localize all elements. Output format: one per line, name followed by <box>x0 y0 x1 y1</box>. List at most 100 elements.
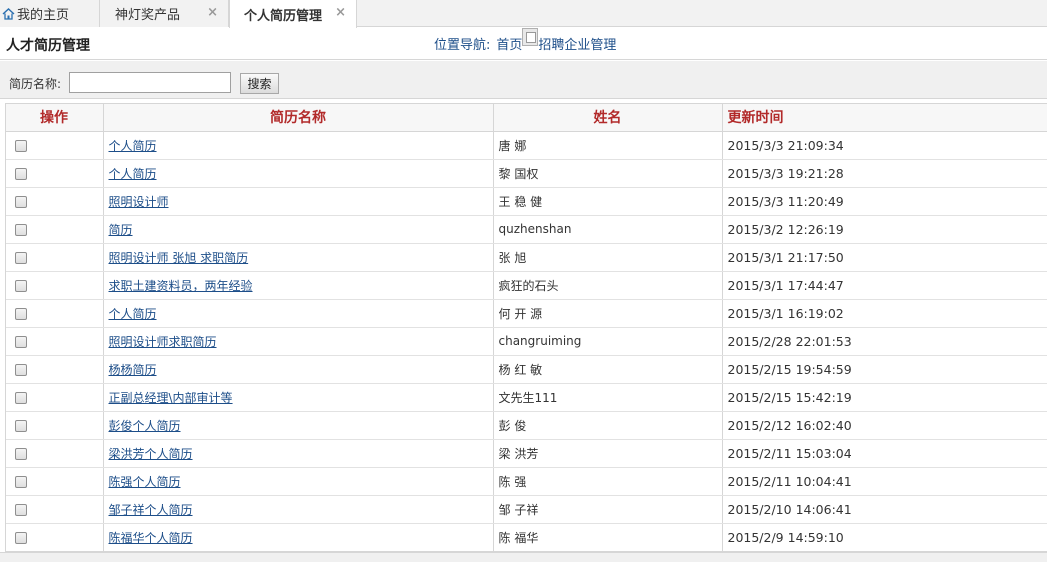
resume-link[interactable]: 个人简历 <box>109 139 157 153</box>
tab-label: 我的主页 <box>17 8 70 23</box>
breadcrumb-current[interactable]: 招聘企业管理 <box>538 34 616 53</box>
row-checkbox[interactable] <box>15 279 27 292</box>
row-checkbox[interactable] <box>15 335 27 348</box>
table-header-row: 操作 简历名称 姓名 更新时间 <box>6 104 1047 132</box>
row-action-cell <box>6 299 104 328</box>
person-name-cell: 张 旭 <box>493 243 723 272</box>
row-action-cell <box>6 383 104 412</box>
column-header-resume-name: 简历名称 <box>103 104 494 132</box>
update-time-cell: 2015/2/28 22:01:53 <box>722 327 1047 356</box>
breadcrumb-home[interactable]: 首页 <box>496 34 522 53</box>
resume-name-cell: 照明设计师 张旭 求职简历 <box>103 243 494 272</box>
resume-name-cell: 个人简历 <box>103 159 494 188</box>
row-checkbox[interactable] <box>15 447 27 460</box>
row-checkbox[interactable] <box>15 391 27 404</box>
resume-link[interactable]: 照明设计师 <box>109 195 169 209</box>
table-row: 求职土建资料员，两年经验 疯狂的石头 2015/3/1 17:44:47 <box>6 271 1047 300</box>
row-action-cell <box>6 159 104 188</box>
update-time-cell: 2015/2/12 16:02:40 <box>722 411 1047 440</box>
search-bar: 简历名称: 搜索 <box>0 61 1047 99</box>
row-action-cell <box>6 355 104 384</box>
resume-link[interactable]: 简历 <box>109 223 133 237</box>
person-name-cell: 陈 强 <box>493 467 723 496</box>
tab-strip: 我的主页 神灯奖产品 × 个人简历管理 × <box>0 0 1047 28</box>
column-header-update-time: 更新时间 <box>722 104 1047 132</box>
resume-name-cell: 邹子祥个人简历 <box>103 495 494 524</box>
row-checkbox[interactable] <box>15 363 27 376</box>
row-checkbox[interactable] <box>15 195 27 208</box>
resume-name-cell: 杨杨简历 <box>103 355 494 384</box>
row-action-cell <box>6 187 104 216</box>
row-checkbox[interactable] <box>15 251 27 264</box>
table-row: 梁洪芳个人简历 梁 洪芳 2015/2/11 15:03:04 <box>6 439 1047 468</box>
resume-link[interactable]: 照明设计师 张旭 求职简历 <box>109 251 249 265</box>
resume-link[interactable]: 正副总经理\内部审计等 <box>109 391 233 405</box>
update-time-cell: 2015/3/1 17:44:47 <box>722 271 1047 300</box>
resume-link[interactable]: 彭俊个人简历 <box>109 419 181 433</box>
resume-link[interactable]: 个人简历 <box>109 167 157 181</box>
tab-home[interactable]: 我的主页 <box>0 0 100 27</box>
update-time-cell: 2015/2/15 19:54:59 <box>722 355 1047 384</box>
tab-label: 个人简历管理 <box>244 8 323 24</box>
table-row: 个人简历 唐 娜 2015/3/3 21:09:34 <box>6 131 1047 160</box>
person-name-cell: 疯狂的石头 <box>493 271 723 300</box>
row-action-cell <box>6 243 104 272</box>
resume-link[interactable]: 杨杨简历 <box>109 363 157 377</box>
person-name-cell: 杨 红 敏 <box>493 355 723 384</box>
row-checkbox[interactable] <box>15 223 27 236</box>
row-checkbox[interactable] <box>15 531 27 544</box>
breadcrumb-prefix: 位置导航: <box>434 38 491 53</box>
person-name-cell: 梁 洪芳 <box>493 439 723 468</box>
row-checkbox[interactable] <box>15 475 27 488</box>
row-checkbox[interactable] <box>15 419 27 432</box>
row-action-cell <box>6 495 104 524</box>
row-checkbox[interactable] <box>15 139 27 152</box>
row-action-cell <box>6 439 104 468</box>
resume-link[interactable]: 个人简历 <box>109 307 157 321</box>
resume-name-cell: 彭俊个人简历 <box>103 411 494 440</box>
bottom-strip <box>0 552 1047 562</box>
resume-link[interactable]: 梁洪芳个人简历 <box>109 447 193 461</box>
resume-link[interactable]: 陈福华个人简历 <box>109 531 193 545</box>
resume-name-cell: 个人简历 <box>103 131 494 160</box>
resume-link[interactable]: 陈强个人简历 <box>109 475 181 489</box>
update-time-cell: 2015/3/3 11:20:49 <box>722 187 1047 216</box>
resume-name-cell: 梁洪芳个人简历 <box>103 439 494 468</box>
resume-link[interactable]: 求职土建资料员，两年经验 <box>109 279 253 293</box>
update-time-cell: 2015/3/3 21:09:34 <box>722 131 1047 160</box>
update-time-cell: 2015/2/11 15:03:04 <box>722 439 1047 468</box>
table-row: 个人简历 黎 国权 2015/3/3 19:21:28 <box>6 159 1047 188</box>
row-checkbox[interactable] <box>15 167 27 180</box>
update-time-cell: 2015/2/10 14:06:41 <box>722 495 1047 524</box>
column-header-action: 操作 <box>6 104 104 132</box>
resume-name-cell: 陈强个人简历 <box>103 467 494 496</box>
resume-name-cell: 照明设计师求职简历 <box>103 327 494 356</box>
row-action-cell <box>6 411 104 440</box>
table-row: 陈福华个人简历 陈 福华 2015/2/9 14:59:10 <box>6 523 1047 551</box>
person-name-cell: 王 稳 健 <box>493 187 723 216</box>
table-row: 照明设计师求职简历 changruiming 2015/2/28 22:01:53 <box>6 327 1047 356</box>
search-input[interactable] <box>69 72 231 93</box>
search-button[interactable]: 搜索 <box>240 73 279 94</box>
person-name-cell: quzhenshan <box>493 215 723 244</box>
close-icon[interactable]: × <box>335 6 346 20</box>
resume-link[interactable]: 照明设计师求职简历 <box>109 335 217 349</box>
search-label: 简历名称: <box>9 77 62 91</box>
column-header-person-name: 姓名 <box>493 104 723 132</box>
row-action-cell <box>6 131 104 160</box>
table-row: 正副总经理\内部审计等 文先生111 2015/2/15 15:42:19 <box>6 383 1047 412</box>
row-checkbox[interactable] <box>15 307 27 320</box>
person-name-cell: 何 开 源 <box>493 299 723 328</box>
person-name-cell: 邹 子祥 <box>493 495 723 524</box>
row-checkbox[interactable] <box>15 503 27 516</box>
update-time-cell: 2015/2/11 10:04:41 <box>722 467 1047 496</box>
update-time-cell: 2015/3/1 16:19:02 <box>722 299 1047 328</box>
resume-table: 操作 简历名称 姓名 更新时间 个人简历 唐 娜 2015/3/3 21:09:34… <box>5 103 1047 552</box>
tab-product[interactable]: 神灯奖产品 × <box>100 0 229 27</box>
resume-link[interactable]: 邹子祥个人简历 <box>109 503 193 517</box>
tab-resume-management[interactable]: 个人简历管理 × <box>229 0 357 28</box>
update-time-cell: 2015/2/9 14:59:10 <box>722 523 1047 551</box>
table-row: 杨杨简历 杨 红 敏 2015/2/15 19:54:59 <box>6 355 1047 384</box>
person-name-cell: 文先生111 <box>493 383 723 412</box>
close-icon[interactable]: × <box>207 6 218 20</box>
